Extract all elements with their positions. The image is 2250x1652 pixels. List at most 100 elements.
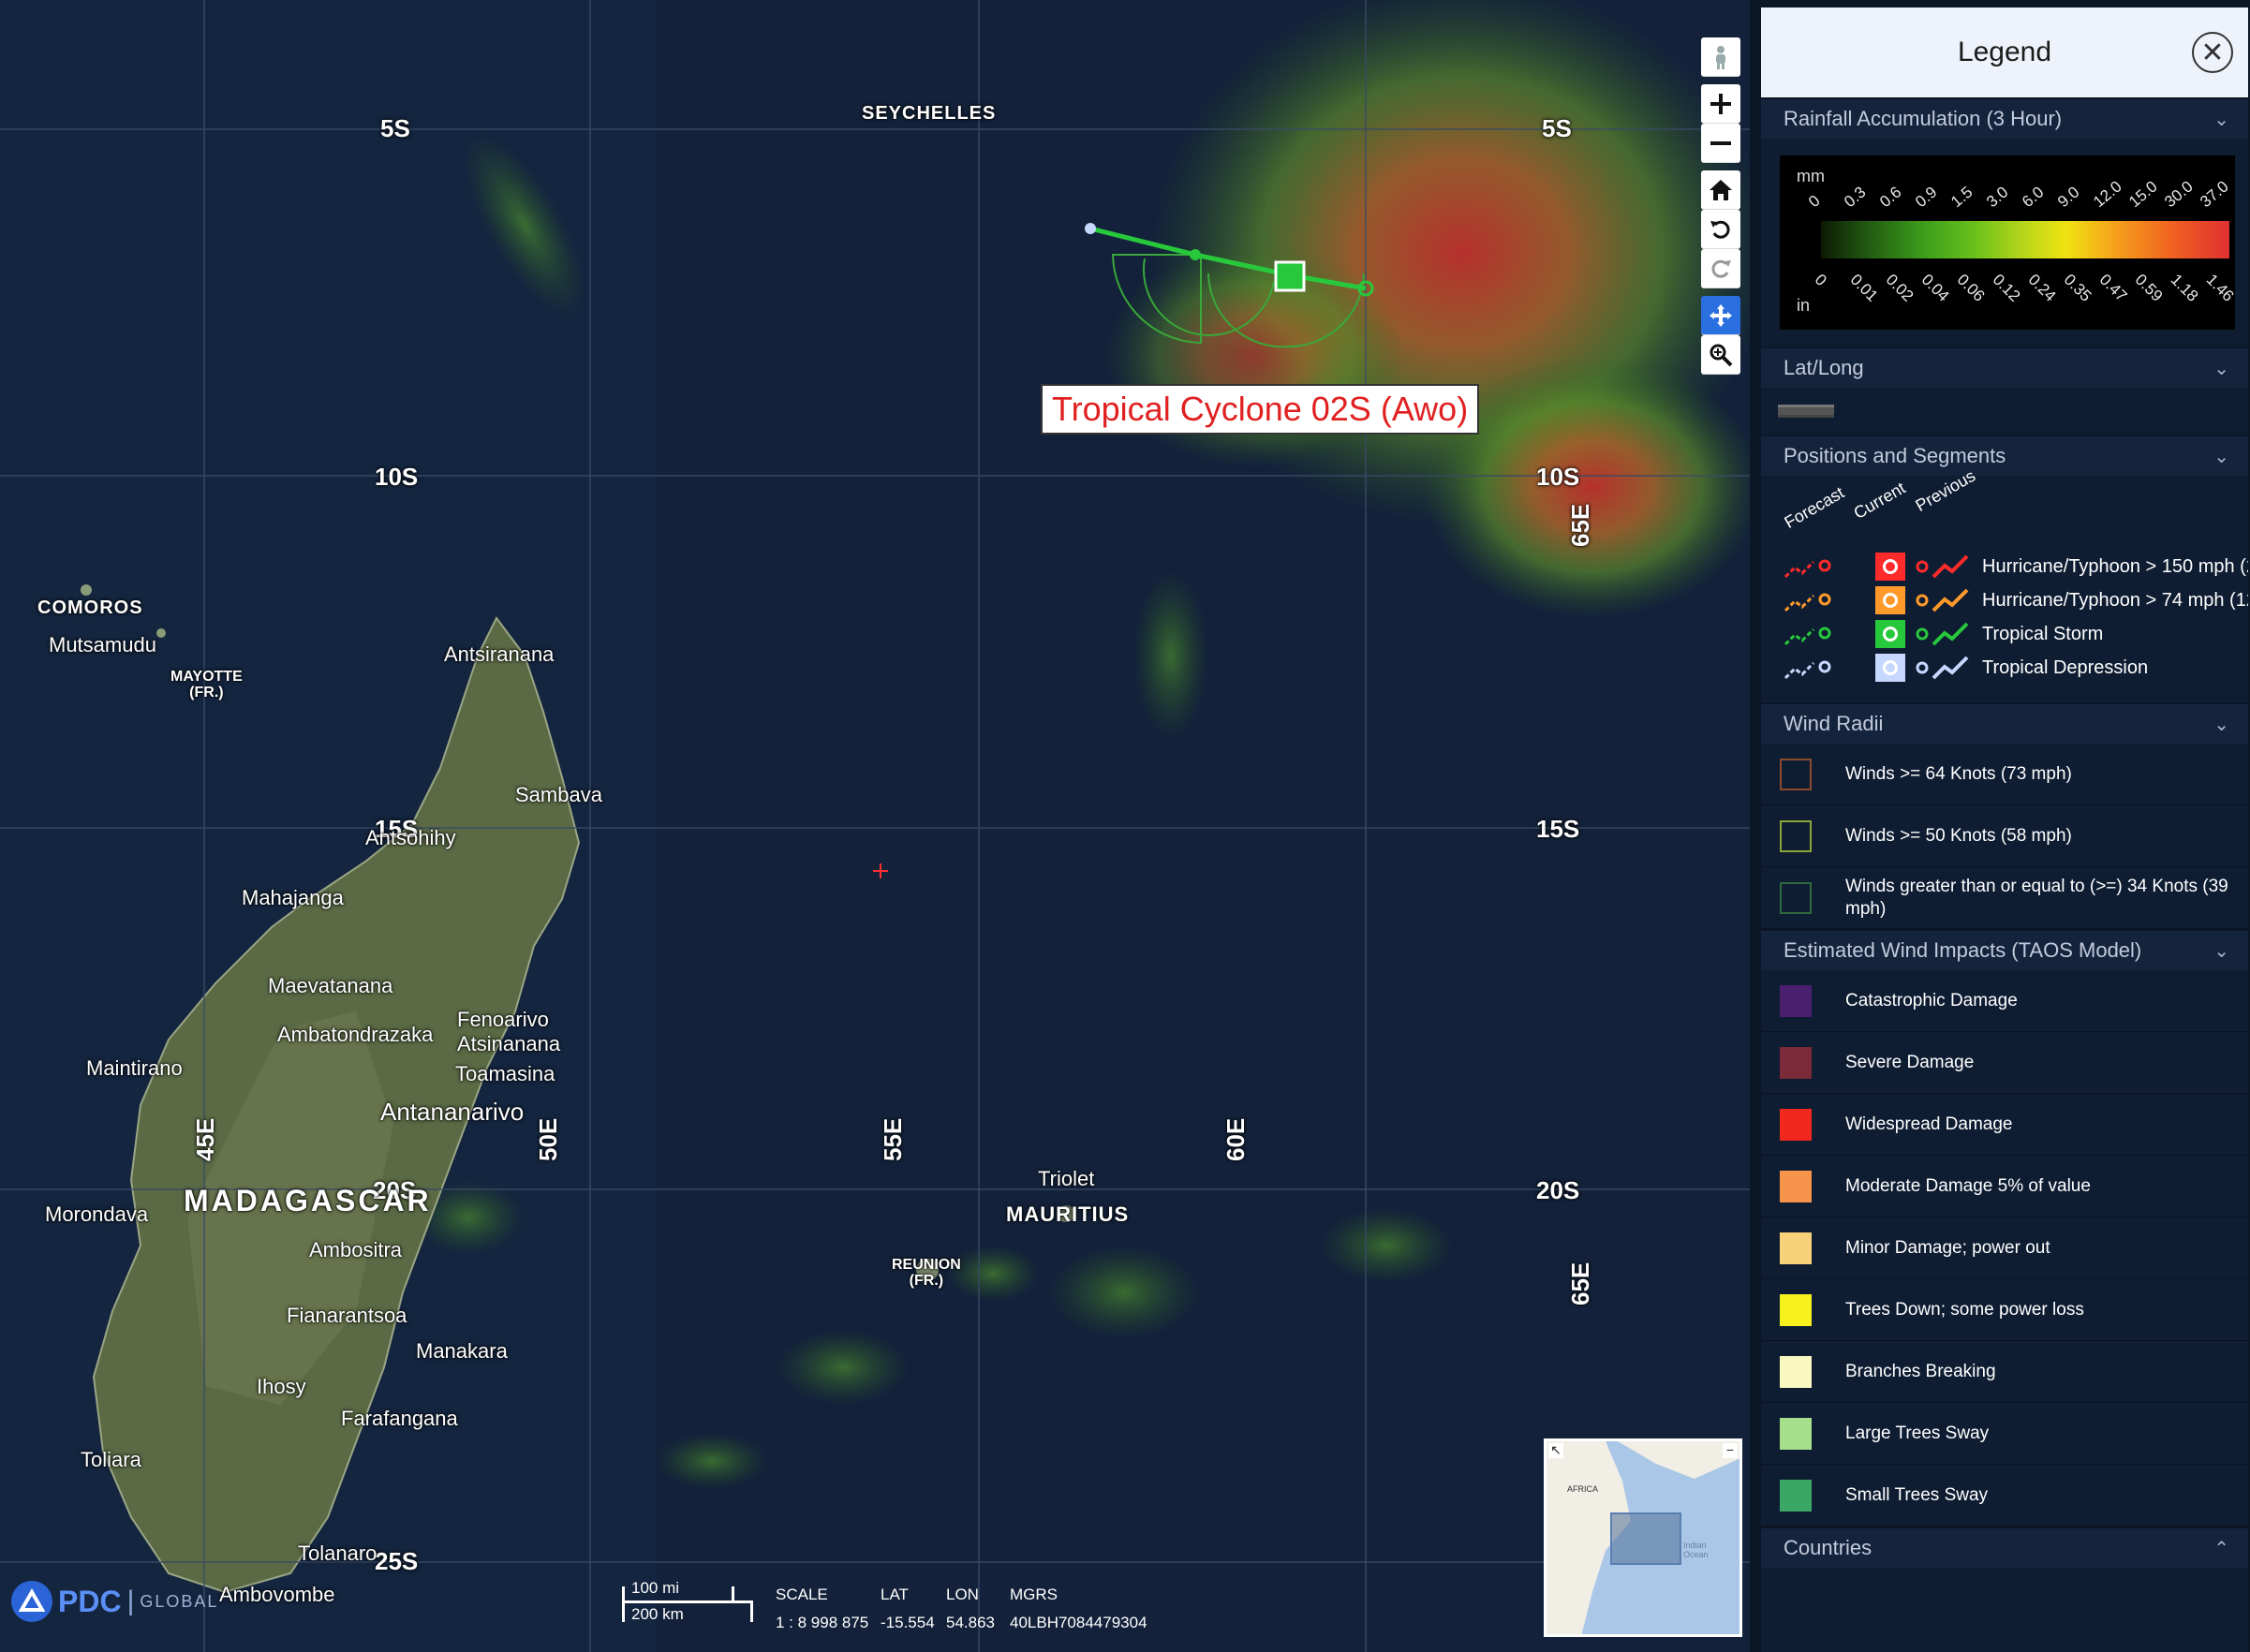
map-base-layer: [0, 0, 1750, 1652]
label-toamasina: Toamasina: [455, 1062, 555, 1085]
street-view-button[interactable]: [1701, 37, 1740, 77]
taos-swatch: [1780, 1108, 1812, 1141]
section-positions-header[interactable]: Positions and Segments ⌄: [1761, 435, 2248, 476]
mgrs-readout-value: 40LBH7084479304: [1010, 1614, 1147, 1631]
rain-mm-tick: 1.5: [1947, 183, 1976, 212]
section-wind-radii-header[interactable]: Wind Radii ⌄: [1761, 702, 2248, 744]
label-ihosy: Ihosy: [257, 1375, 306, 1398]
label-seychelles: SEYCHELLES: [862, 103, 997, 124]
zoom-in-button[interactable]: [1701, 84, 1740, 124]
previous-track-icon: [1916, 656, 1969, 680]
brand-separator: |: [126, 1586, 135, 1616]
minimap-africa-label: AFRICA: [1567, 1484, 1599, 1494]
taos-swatch: [1780, 984, 1812, 1017]
rain-mm-tick: 3.0: [1983, 183, 2012, 212]
rainfall-color-bar: [1821, 221, 2229, 258]
lon-label-65e-north: 65E: [1566, 503, 1594, 547]
chevron-down-icon: ⌄: [2213, 940, 2229, 962]
section-wind-radii-title: Wind Radii: [1784, 712, 1884, 735]
section-latlong-header[interactable]: Lat/Long ⌄: [1761, 347, 2248, 388]
rain-in-tick: 1.18: [2167, 270, 2202, 305]
label-manakara: Manakara: [416, 1339, 508, 1363]
position-row: Hurricane/Typhoon > 150 mph (240: [1784, 553, 2248, 581]
label-reunion: REUNION (FR.): [892, 1257, 961, 1289]
label-farafangana: Farafangana: [341, 1407, 458, 1430]
label-tolanaro: Tolanaro: [298, 1541, 377, 1565]
lon-label-65e-south: 65E: [1566, 1261, 1594, 1305]
legend-header: Legend ✕: [1761, 7, 2248, 97]
home-button[interactable]: [1701, 170, 1740, 210]
label-fenoarivo: Fenoarivo Atsinanana: [457, 1008, 561, 1055]
taos-swatch: [1780, 1293, 1812, 1326]
rain-in-tick: 0.59: [2131, 270, 2167, 305]
forecast-track-icon: [1784, 559, 1831, 579]
wind-radii-item: Winds greater than or equal to (>=) 34 K…: [1761, 867, 2248, 929]
taos-swatch: [1780, 1046, 1812, 1079]
position-row: Tropical Depression: [1784, 654, 2233, 682]
rain-mm-tick: 0.6: [1876, 183, 1905, 212]
wind-radii-label: Winds greater than or equal to (>=) 34 K…: [1845, 876, 2228, 919]
taos-label: Catastrophic Damage: [1845, 990, 2018, 1010]
mgrs-readout-label: MGRS: [1010, 1586, 1058, 1603]
column-current: Current: [1850, 478, 1909, 524]
zoom-box-icon: [1710, 344, 1733, 366]
position-row-label: Hurricane/Typhoon > 150 mph (240: [1982, 555, 2248, 577]
rain-mm-tick: 0: [1805, 191, 1824, 212]
positions-legend: Forecast Current Previous Hurricane/Typh…: [1761, 466, 2248, 702]
storm-label[interactable]: Tropical Cyclone 02S (Awo): [1041, 384, 1480, 435]
taos-label: Severe Damage: [1845, 1052, 1975, 1072]
label-mutsamudu: Mutsamudu: [49, 633, 156, 656]
minimap-collapse-button[interactable]: −: [1723, 1443, 1738, 1458]
taos-item: Catastrophic Damage: [1761, 970, 2248, 1032]
rain-mm-tick: 30.0: [2161, 177, 2197, 212]
rotate-left-button[interactable]: [1701, 210, 1740, 249]
chevron-down-icon: ⌄: [2213, 358, 2229, 379]
current-position-icon: [1875, 654, 1905, 682]
chevron-down-icon: ⌄: [2213, 446, 2229, 467]
rainfall-scale: mm in 0 0.3 0.6 0.9 1.5 3.0 6.0 9.0 12.0 15.0 30.0…: [1780, 155, 2237, 330]
home-icon: [1710, 179, 1732, 200]
lon-label-45e: 45E: [191, 1117, 219, 1161]
minimap-viewport-box[interactable]: [1610, 1512, 1681, 1565]
position-row-label: Tropical Depression: [1982, 656, 2149, 678]
overview-minimap[interactable]: AFRICA Indian Ocean ↖ −: [1544, 1438, 1742, 1637]
rain-in-tick: 0.47: [2095, 270, 2131, 305]
wind-radii-list: Winds >= 64 Knots (73 mph) Winds >= 50 Kn…: [1761, 744, 2248, 929]
label-maevatanana: Maevatanana: [268, 974, 393, 997]
brand-name: PDC: [58, 1584, 122, 1618]
taos-label: Minor Damage; power out: [1845, 1237, 2050, 1258]
previous-track-icon: [1916, 588, 1969, 612]
lon-label-55e: 55E: [879, 1117, 907, 1161]
mgrs-readout: MGRS 40LBH7084479304: [1010, 1581, 1147, 1637]
pan-button[interactable]: [1701, 296, 1740, 335]
pdc-logo-icon: [11, 1581, 52, 1622]
section-latlong-title: Lat/Long: [1784, 356, 1864, 379]
taos-label: Trees Down; some power loss: [1845, 1299, 2084, 1320]
rain-in-tick: 0.24: [2024, 270, 2060, 305]
minimap-expand-button[interactable]: ↖: [1548, 1443, 1563, 1458]
taos-item: Trees Down; some power loss: [1761, 1279, 2248, 1341]
rain-in-tick: 0.02: [1882, 270, 1917, 305]
position-row: Hurricane/Typhoon > 74 mph (120: [1784, 586, 2248, 614]
taos-list: Catastrophic Damage Severe Damage Widespre…: [1761, 970, 2248, 1527]
scale-miles-label: 100 mi: [631, 1579, 680, 1597]
zoom-box-button[interactable]: [1701, 335, 1740, 375]
section-rainfall-header[interactable]: Rainfall Accumulation (3 Hour) ⌄: [1761, 97, 2248, 139]
wind-radii-item: Winds >= 50 Knots (58 mph): [1761, 805, 2248, 867]
label-antananarivo: Antananarivo: [380, 1098, 525, 1126]
taos-swatch: [1780, 1232, 1812, 1264]
lon-readout: LON 54.863: [946, 1581, 995, 1637]
rain-in-tick: 0.06: [1953, 270, 1989, 305]
taos-item: Severe Damage: [1761, 1032, 2248, 1094]
current-position-icon: [1875, 620, 1905, 648]
lat-label-10s-west: 10S: [375, 463, 419, 491]
zoom-out-button[interactable]: [1701, 124, 1740, 163]
section-taos-header[interactable]: Estimated Wind Impacts (TAOS Model) ⌄: [1761, 929, 2248, 970]
position-row-label: Hurricane/Typhoon > 74 mph (120: [1982, 589, 2248, 611]
section-countries-header[interactable]: Countries ⌃: [1761, 1527, 2248, 1568]
legend-close-button[interactable]: ✕: [2192, 32, 2233, 73]
map-canvas[interactable]: 5S 5S 10S 10S 15S 15S 20S 20S 25S 45E 50…: [0, 0, 1750, 1652]
label-antsohihy: Antsohihy: [365, 826, 456, 849]
wind-radii-label: Winds >= 50 Knots (58 mph): [1845, 825, 2072, 846]
rotate-right-button[interactable]: [1701, 249, 1740, 288]
